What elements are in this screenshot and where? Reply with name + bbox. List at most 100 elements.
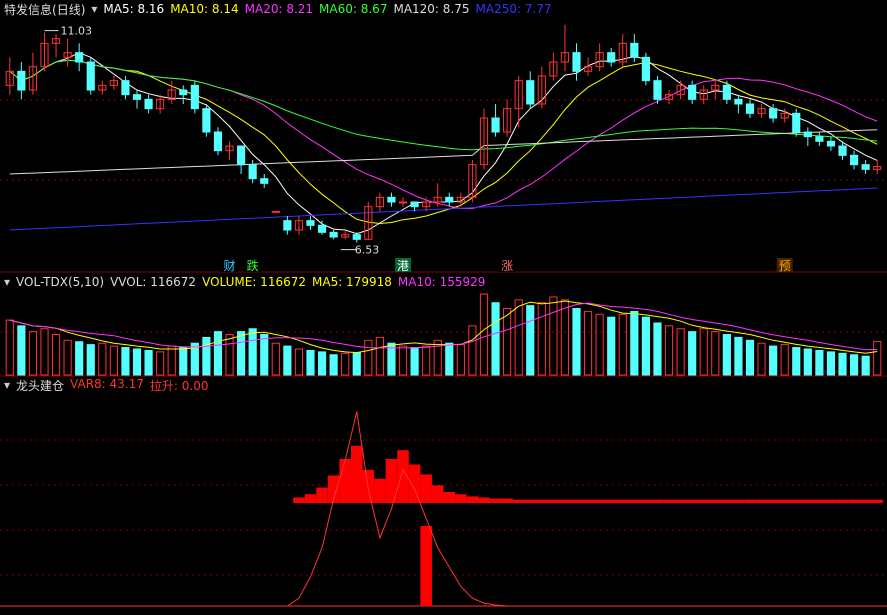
volume-bar-34	[398, 345, 408, 376]
volume-bar-62	[722, 334, 731, 376]
candle-19	[225, 141, 234, 160]
ma-legend-item-0: MA5: 8.16	[103, 2, 165, 16]
price-header: 特发信息 (日线) ▾ MA5: 8.16 MA10: 8.14 MA20: 8.2…	[4, 0, 558, 18]
indicator-bar-63	[732, 499, 745, 503]
var8-line	[9, 411, 878, 607]
volume-bar-12	[144, 349, 153, 376]
volume-bar-53	[618, 313, 627, 376]
volume-bar-60	[699, 328, 708, 376]
settings-icon[interactable]: ▾	[4, 275, 10, 289]
candle-56	[653, 76, 662, 104]
indicator-bar-40	[466, 496, 479, 503]
candle-4	[51, 34, 61, 58]
indicator-legend: 龙头建仓 VAR8: 43.17 拉升: 0.00	[16, 377, 208, 394]
candle-body	[306, 220, 315, 226]
volume-bar-42	[491, 302, 500, 376]
candle-body	[803, 131, 812, 138]
candle-body	[792, 112, 801, 133]
chart-stage[interactable]: 11.03 6.53 财跌 港 涨 预 特发信息 (日线) ▾ MA5: 8.16 MA10…	[0, 0, 887, 611]
volume-bar-47	[549, 296, 558, 376]
volume-bar-38	[445, 342, 454, 376]
volume-bar-70	[815, 349, 824, 376]
volume-bar-18	[213, 331, 223, 376]
volume-bar-59	[688, 331, 697, 376]
indicator-bar-48	[559, 499, 571, 503]
indicator-bar-59	[686, 499, 698, 503]
candle-body	[641, 56, 650, 82]
candle-43	[503, 99, 512, 137]
candle-body	[121, 80, 130, 96]
indicator-bar-54	[628, 499, 641, 503]
candle-70	[815, 132, 824, 146]
volume-legend-item-0: VOL-TDX(5,10)	[16, 275, 105, 289]
settings-icon[interactable]: ▾	[4, 378, 10, 392]
candle-73	[850, 150, 859, 170]
candle-24	[283, 216, 292, 235]
indicator-bar-72	[836, 499, 849, 503]
candle-68	[792, 108, 801, 137]
marker-label-0: 财	[224, 259, 236, 273]
volume-bar-61	[711, 331, 720, 376]
volume-legend-item-4: MA10: 155929	[397, 275, 486, 289]
volume-bar-54	[630, 310, 639, 376]
lift-bar	[420, 526, 432, 606]
volume-bar-29	[341, 352, 350, 376]
candle-body	[317, 224, 327, 233]
indicator-bar-43	[501, 498, 513, 503]
indicator-bar-55	[640, 499, 652, 503]
candle-62	[722, 80, 731, 104]
stock-name: 特发信息	[4, 2, 53, 17]
candle-69	[803, 127, 812, 146]
indicator-bar-60	[697, 499, 710, 503]
indicator-legend-item-0: 龙头建仓	[16, 378, 65, 393]
indicator-bar-74	[859, 499, 872, 503]
ma-legend: MA5: 8.16 MA10: 8.14 MA20: 8.21 MA60: 8.67 M…	[103, 2, 551, 16]
candle-10	[121, 76, 130, 100]
settings-icon[interactable]: ▾	[91, 2, 97, 16]
candle-body	[237, 145, 246, 166]
candle-body	[86, 61, 95, 91]
candle-11	[132, 90, 142, 109]
volume-bar-19	[225, 334, 234, 376]
candle-54	[630, 34, 639, 62]
candle-body	[410, 201, 419, 208]
candle-26	[306, 216, 315, 230]
volume-bar-40	[468, 325, 477, 376]
volume-bar-71	[826, 351, 836, 376]
candle-body	[769, 108, 778, 119]
indicator-header: ▾ 龙头建仓 VAR8: 43.17 拉升: 0.00	[4, 376, 214, 394]
volume-bar-63	[734, 336, 743, 376]
candle-0	[5, 57, 14, 95]
volume-bar-56	[653, 322, 662, 376]
chart-canvas[interactable]: 11.03 6.53 财跌 港 涨 预	[0, 0, 887, 611]
ma250-line	[9, 187, 878, 231]
candle-20	[237, 145, 246, 174]
indicator-bar-56	[651, 499, 664, 503]
candle-41	[479, 108, 489, 170]
candle-body	[850, 154, 859, 166]
candle-body	[283, 220, 292, 231]
volume-bar-68	[792, 347, 801, 376]
volume-bar-58	[676, 328, 685, 376]
volume-bar-43	[503, 308, 512, 376]
candle-45	[526, 71, 535, 109]
volume-bar-8	[98, 342, 107, 376]
candle-71	[826, 136, 836, 151]
candle-body	[190, 84, 199, 110]
candle-17	[202, 104, 211, 137]
volume-bar-52	[607, 316, 616, 376]
volume-bar-11	[132, 348, 142, 376]
marker-label-4: 预	[779, 259, 791, 273]
candle-31	[364, 202, 373, 240]
volume-bar-5	[63, 339, 72, 376]
indicator-bar-49	[570, 499, 583, 503]
ma-legend-item-3: MA60: 8.67	[319, 2, 388, 16]
candle-42	[491, 104, 500, 137]
candle-60	[699, 85, 708, 104]
marker-label-1: 跌	[247, 258, 259, 273]
indicator-bar-45	[524, 499, 537, 503]
indicator-bar-39	[455, 494, 467, 503]
volume-bar-26	[306, 349, 315, 376]
candle-16	[190, 80, 199, 114]
ma-legend-item-1: MA10: 8.14	[170, 2, 239, 16]
